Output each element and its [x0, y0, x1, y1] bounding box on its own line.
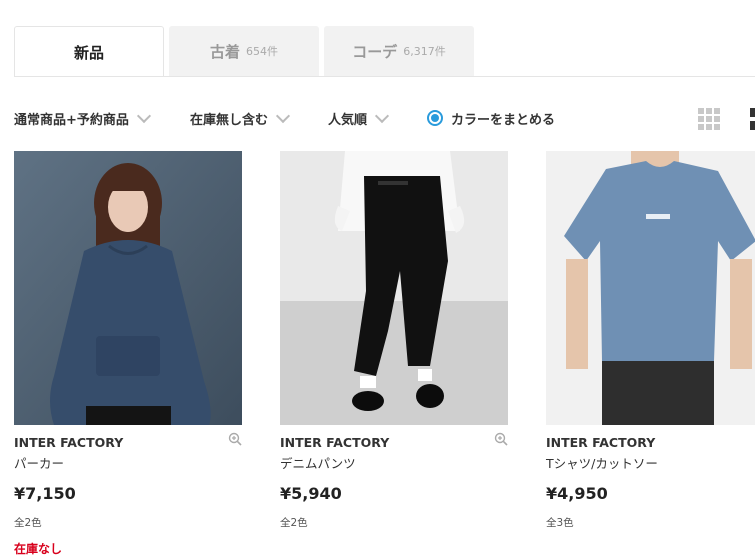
stock-status: 在庫なし — [14, 542, 63, 556]
product-name[interactable]: デニムパンツ — [280, 453, 508, 472]
zoom-in-icon[interactable] — [494, 432, 508, 446]
tab-count: 6,317件 — [403, 45, 446, 58]
product-price: ¥4,950 — [546, 484, 608, 503]
denim-pants-photo — [280, 151, 508, 425]
product-price: ¥7,150 — [14, 484, 76, 503]
group-colors-radio[interactable]: カラーをまとめる — [427, 100, 555, 136]
tab-used-items[interactable]: 古着 654件 — [169, 26, 319, 76]
tabs-divider — [14, 76, 755, 77]
tab-count: 654件 — [246, 45, 278, 58]
category-tabs: 新品 古着 654件 コーデ 6,317件 — [14, 26, 755, 77]
chevron-down-icon — [374, 108, 390, 123]
product-card[interactable]: INTER FACTORY パーカー ¥7,150 全2色 在庫なし — [14, 151, 242, 557]
product-image[interactable] — [14, 151, 242, 425]
product-price: ¥5,940 — [280, 484, 342, 503]
product-name[interactable]: パーカー — [14, 453, 242, 472]
chevron-down-icon — [275, 108, 291, 123]
tab-label: コーデ — [352, 42, 398, 61]
radio-selected-icon[interactable] — [427, 110, 443, 126]
product-name[interactable]: Tシャツ/カットソー — [546, 453, 755, 472]
filter-bar: 通常商品+予約商品 在庫無し含む 人気順 カラーをまとめる — [14, 100, 755, 136]
radio-label: カラーをまとめる — [451, 112, 556, 128]
product-card[interactable]: INTER FACTORY Tシャツ/カットソー ¥4,950 全3色 — [546, 151, 755, 540]
dropdown-label: 通常商品+予約商品 — [14, 112, 129, 128]
tab-label: 古着 — [209, 42, 240, 61]
color-count: 全2色 — [280, 517, 308, 529]
sort-dropdown[interactable]: 人気順 — [328, 100, 390, 136]
brand-name[interactable]: INTER FACTORY — [280, 435, 389, 450]
color-count: 全2色 — [14, 517, 42, 529]
brand-name[interactable]: INTER FACTORY — [546, 435, 655, 450]
dropdown-label: 人気順 — [328, 112, 368, 128]
item-type-dropdown[interactable]: 通常商品+予約商品 — [14, 100, 151, 136]
list-view-icon[interactable] — [750, 108, 755, 130]
tab-new-items[interactable]: 新品 — [14, 26, 164, 77]
brand-name[interactable]: INTER FACTORY — [14, 435, 123, 450]
product-card[interactable]: INTER FACTORY デニムパンツ ¥5,940 全2色 — [280, 151, 508, 540]
color-count: 全3色 — [546, 517, 574, 529]
tab-coordinates[interactable]: コーデ 6,317件 — [324, 26, 474, 76]
tshirt-photo — [546, 151, 755, 425]
dropdown-label: 在庫無し含む — [190, 112, 269, 128]
zoom-in-icon[interactable] — [228, 432, 242, 446]
grid-view-icon[interactable] — [698, 108, 720, 130]
hoodie-photo — [14, 151, 242, 425]
product-image[interactable] — [280, 151, 508, 425]
chevron-down-icon — [136, 108, 151, 123]
stock-dropdown[interactable]: 在庫無し含む — [190, 100, 291, 136]
tab-label: 新品 — [73, 43, 104, 62]
product-image[interactable] — [546, 151, 755, 425]
